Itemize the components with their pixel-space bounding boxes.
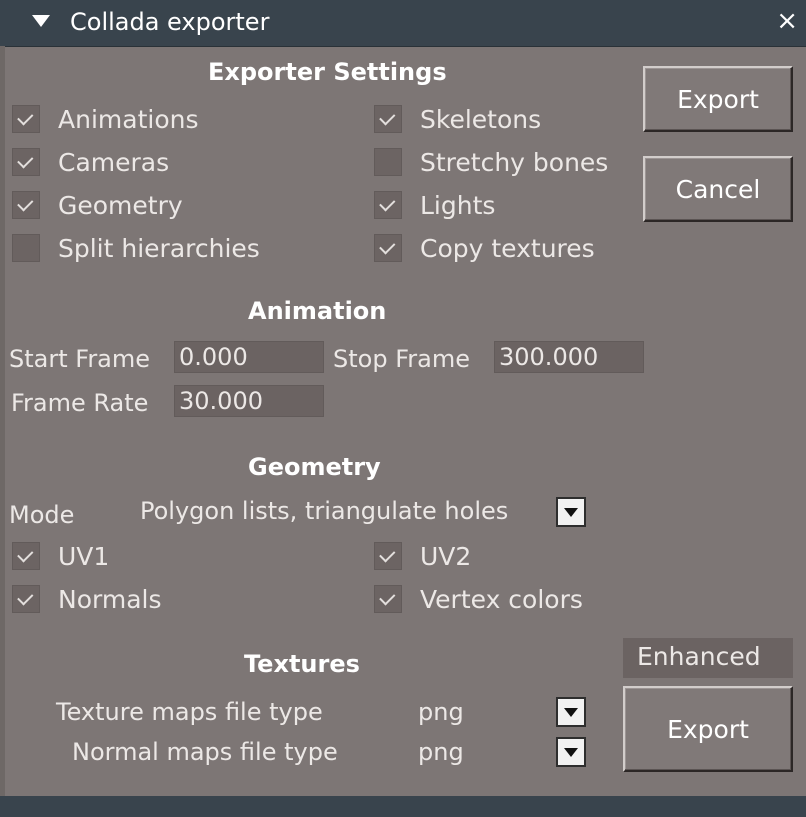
- geometry-heading: Geometry: [248, 453, 381, 481]
- checkbox-box[interactable]: [374, 105, 402, 133]
- checkbox-label: UV2: [420, 541, 472, 571]
- checkbox-label: Copy textures: [420, 233, 595, 263]
- title-bar[interactable]: Collada exporter ×: [0, 0, 806, 47]
- checkbox-uv1[interactable]: UV1: [12, 539, 109, 573]
- collapse-arrow-icon[interactable]: [32, 15, 50, 27]
- cancel-button[interactable]: Cancel: [643, 156, 793, 222]
- checkbox-box[interactable]: [12, 234, 40, 262]
- enhanced-label: Enhanced: [623, 638, 793, 678]
- checkbox-label: Stretchy bones: [420, 147, 609, 177]
- window-title: Collada exporter: [70, 8, 270, 36]
- frame-rate-field[interactable]: 30.000: [174, 385, 324, 417]
- checkbox-normals[interactable]: Normals: [12, 582, 161, 616]
- normal-maps-dropdown-button[interactable]: [556, 737, 586, 767]
- checkbox-vertex-colors[interactable]: Vertex colors: [374, 582, 583, 616]
- check-mark-icon: [17, 545, 34, 563]
- check-mark-icon: [379, 545, 396, 563]
- checkbox-stretchy-bones[interactable]: Stretchy bones: [374, 145, 608, 179]
- checkbox-lights[interactable]: Lights: [374, 188, 495, 222]
- textures-heading: Textures: [244, 650, 360, 678]
- checkbox-box[interactable]: [374, 191, 402, 219]
- check-mark-icon: [17, 588, 34, 606]
- window-left-border: [0, 46, 5, 796]
- start-frame-label: Start Frame: [9, 345, 151, 373]
- enhanced-export-button[interactable]: Export: [623, 686, 793, 772]
- chevron-down-icon: [564, 507, 578, 517]
- bottom-bar: [0, 796, 806, 817]
- frame-rate-label: Frame Rate: [11, 389, 149, 417]
- texture-maps-label: Texture maps file type: [56, 698, 323, 726]
- checkbox-box[interactable]: [12, 542, 40, 570]
- checkbox-box[interactable]: [12, 105, 40, 133]
- check-mark-icon: [17, 194, 34, 212]
- checkbox-split-hierarchies[interactable]: Split hierarchies: [12, 231, 260, 265]
- normal-maps-value[interactable]: png: [418, 738, 464, 766]
- checkbox-box[interactable]: [12, 191, 40, 219]
- checkbox-cameras[interactable]: Cameras: [12, 145, 169, 179]
- checkbox-box[interactable]: [12, 148, 40, 176]
- check-mark-icon: [17, 151, 34, 169]
- texture-maps-value[interactable]: png: [418, 698, 464, 726]
- checkbox-label: Vertex colors: [420, 584, 583, 614]
- texture-maps-dropdown-button[interactable]: [556, 697, 586, 727]
- stop-frame-label: Stop Frame: [333, 345, 470, 373]
- mode-value[interactable]: Polygon lists, triangulate holes: [140, 497, 508, 525]
- export-button[interactable]: Export: [643, 66, 793, 132]
- normal-maps-label: Normal maps file type: [72, 738, 338, 766]
- check-mark-icon: [379, 194, 396, 212]
- checkbox-label: Normals: [58, 584, 162, 614]
- check-mark-icon: [379, 588, 396, 606]
- checkbox-box[interactable]: [374, 234, 402, 262]
- checkbox-box[interactable]: [374, 585, 402, 613]
- animation-heading: Animation: [248, 297, 387, 325]
- checkbox-label: Geometry: [58, 190, 183, 220]
- checkbox-box[interactable]: [12, 585, 40, 613]
- checkbox-geometry[interactable]: Geometry: [12, 188, 183, 222]
- checkbox-label: UV1: [58, 541, 110, 571]
- checkbox-copy-textures[interactable]: Copy textures: [374, 231, 595, 265]
- check-mark-icon: [17, 108, 34, 126]
- checkbox-label: Cameras: [58, 147, 170, 177]
- close-icon[interactable]: ×: [776, 6, 798, 36]
- checkbox-box[interactable]: [374, 148, 402, 176]
- mode-dropdown-button[interactable]: [556, 497, 586, 527]
- checkbox-label: Split hierarchies: [58, 233, 260, 263]
- mode-label: Mode: [9, 501, 75, 529]
- checkbox-label: Lights: [420, 190, 496, 220]
- checkbox-uv2[interactable]: UV2: [374, 539, 471, 573]
- stop-frame-field[interactable]: 300.000: [494, 341, 644, 373]
- checkbox-label: Animations: [58, 104, 199, 134]
- checkbox-skeletons[interactable]: Skeletons: [374, 102, 541, 136]
- check-mark-icon: [379, 108, 396, 126]
- checkbox-animations[interactable]: Animations: [12, 102, 198, 136]
- exporter-settings-heading: Exporter Settings: [208, 58, 447, 86]
- checkbox-box[interactable]: [374, 542, 402, 570]
- check-mark-icon: [379, 237, 396, 255]
- chevron-down-icon: [564, 747, 578, 757]
- chevron-down-icon: [564, 707, 578, 717]
- checkbox-label: Skeletons: [420, 104, 542, 134]
- start-frame-field[interactable]: 0.000: [174, 341, 324, 373]
